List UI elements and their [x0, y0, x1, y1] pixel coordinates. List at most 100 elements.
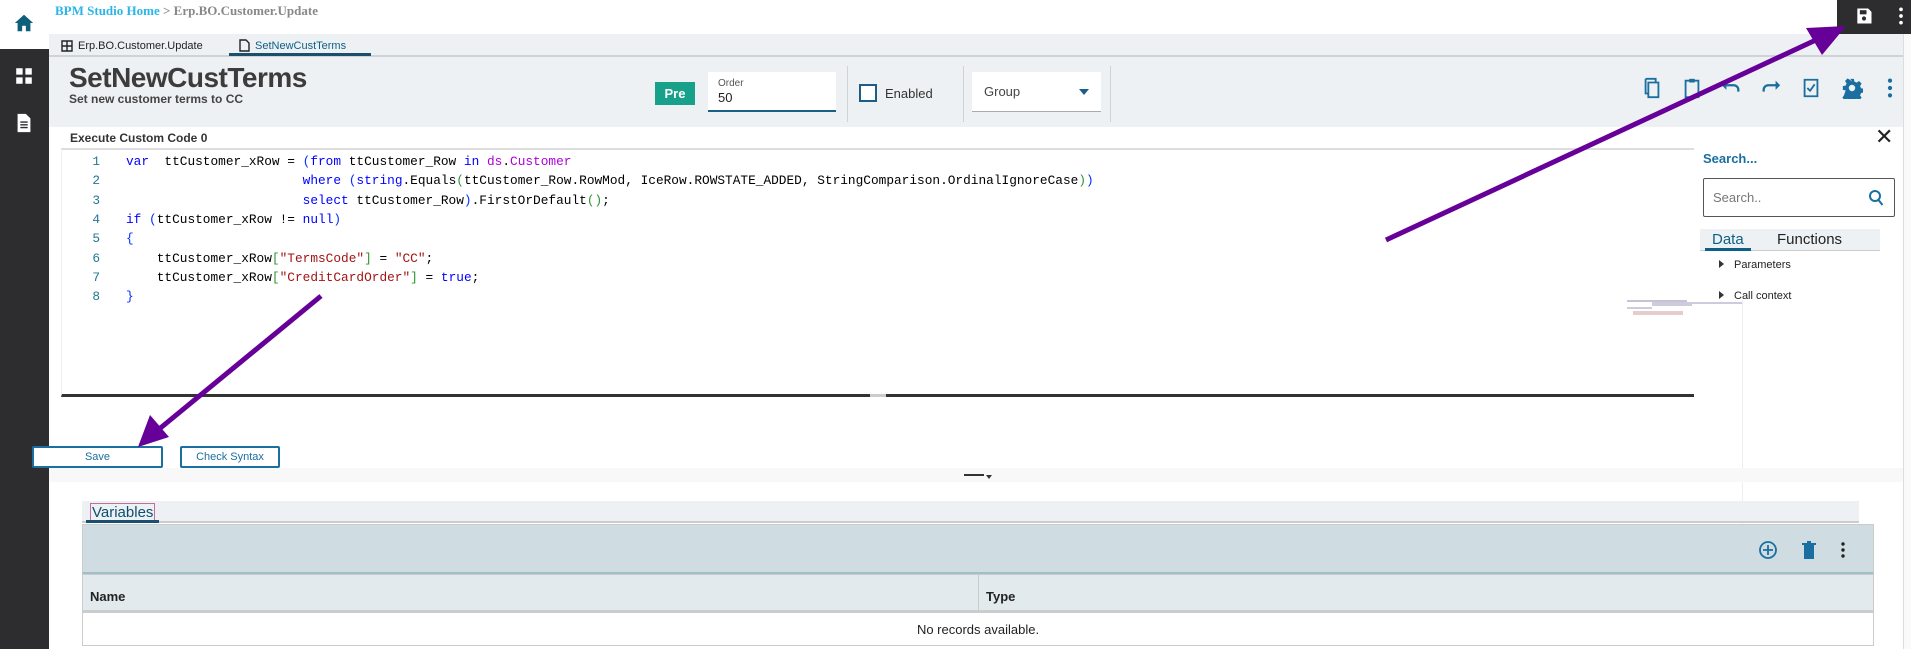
breadcrumb-home-link[interactable]: BPM Studio Home [55, 3, 160, 18]
expand-icon [1719, 291, 1724, 299]
tree-label: Parameters [1734, 259, 1791, 271]
code-token: ) [1086, 173, 1094, 189]
line-number: 3 [92, 192, 100, 208]
grid-empty-row: No records available. [82, 612, 1874, 646]
code-line[interactable]: select ttCustomer_Row).FirstOrDefault(); [126, 191, 610, 210]
search-icon[interactable] [1868, 189, 1884, 207]
grid-icon [61, 39, 73, 52]
tree-item-call-context[interactable]: Call context [1719, 290, 1791, 302]
code-line[interactable]: ttCustomer_xRow["CreditCardOrder"] = tru… [126, 268, 480, 287]
code-line[interactable]: if (ttCustomer_xRow != null) [126, 210, 341, 229]
delete-icon[interactable] [1799, 540, 1819, 560]
check-icon[interactable] [1800, 77, 1822, 99]
page-subtitle: Set new customer terms to CC [69, 92, 244, 106]
code-line[interactable]: } [126, 287, 134, 306]
breadcrumb-separator: > [162, 3, 171, 18]
splitter-grip-icon[interactable] [964, 474, 984, 476]
active-tab-indicator [86, 520, 159, 523]
group-placeholder: Group [984, 84, 1021, 99]
code-token: ( [149, 211, 157, 227]
breadcrumb-current: Erp.BO.Customer.Update [173, 3, 318, 18]
more-vertical-icon[interactable] [1839, 540, 1847, 560]
editor-resize-handle[interactable] [870, 394, 886, 397]
code-token: ttCustomer_xRow != [156, 211, 303, 227]
code-token: { [126, 231, 134, 247]
redo-icon[interactable] [1760, 77, 1782, 99]
code-line[interactable]: { [126, 229, 134, 248]
editor-minimap[interactable] [1627, 300, 1747, 320]
tree-label: Call context [1734, 290, 1792, 302]
copy-icon[interactable] [1641, 77, 1663, 99]
undo-icon[interactable] [1720, 77, 1742, 99]
code-token: where [302, 173, 342, 189]
code-token: "TermsCode" [279, 250, 365, 266]
code-token: ) [333, 211, 342, 227]
column-header-type[interactable]: Type [986, 589, 1015, 604]
line-number: 1 [92, 154, 100, 169]
code-line[interactable]: ttCustomer_xRow["TermsCode"] = "CC"; [126, 249, 434, 268]
order-field[interactable]: Order 50 [708, 72, 836, 112]
column-header-name[interactable]: Name [90, 589, 125, 604]
grid-icon[interactable] [13, 65, 35, 87]
order-value[interactable]: 50 [718, 90, 826, 105]
code-line[interactable]: where (string.Equals(ttCustomer_Row.RowM… [126, 171, 1094, 190]
divider [1110, 66, 1111, 122]
save-icon[interactable] [1854, 6, 1874, 26]
expand-icon [1719, 260, 1724, 268]
search-heading: Search... [1703, 151, 1758, 166]
enabled-checkbox[interactable] [859, 84, 877, 102]
code-token: [ [271, 250, 280, 266]
document-icon[interactable] [13, 112, 35, 134]
code-token: true [440, 269, 472, 285]
left-sidebar [0, 49, 49, 649]
code-token: if [126, 211, 142, 227]
enabled-label: Enabled [885, 86, 933, 101]
panel-title: Execute Custom Code 0 [70, 131, 208, 145]
group-dropdown[interactable]: Group [972, 72, 1101, 112]
code-token: } [126, 289, 134, 305]
tab-customer-update[interactable]: Erp.BO.Customer.Update [61, 37, 203, 54]
gear-icon[interactable] [1841, 77, 1863, 99]
search-input[interactable]: Search.. [1703, 178, 1895, 217]
clipboard-icon[interactable] [1681, 77, 1703, 99]
add-circle-icon[interactable] [1758, 540, 1778, 560]
column-divider[interactable] [978, 575, 979, 611]
code-line[interactable]: var ttCustomer_xRow = (from ttCustomer_R… [126, 152, 571, 171]
page-title: SetNewCustTerms [69, 62, 307, 93]
tab-functions[interactable]: Functions [1777, 231, 1842, 248]
line-number: 4 [92, 211, 100, 227]
line-number: 2 [92, 173, 100, 189]
code-token: ] [410, 269, 418, 285]
code-token: ttCustomer_Row [348, 192, 464, 208]
code-token: = [417, 269, 441, 285]
code-editor[interactable]: 1 var ttCustomer_xRow = (from ttCustomer_… [61, 148, 1743, 543]
active-tab-indicator [229, 53, 371, 56]
code-token: () [586, 192, 603, 208]
line-number: 7 [92, 269, 100, 285]
home-icon[interactable] [13, 12, 35, 34]
tree-item-parameters[interactable]: Parameters [1719, 259, 1791, 271]
tab-setnewcustterms[interactable]: SetNewCustTerms [239, 37, 346, 54]
more-vertical-icon[interactable] [1885, 77, 1895, 99]
page-scrollbar[interactable] [1903, 34, 1911, 649]
code-token: ttCustomer_xRow = [149, 154, 303, 169]
tab-label: SetNewCustTerms [255, 39, 347, 52]
tab-data[interactable]: Data [1705, 231, 1751, 251]
check-syntax-button[interactable]: Check Syntax [180, 446, 280, 468]
save-button[interactable]: Save [32, 446, 163, 468]
code-token: "CreditCardOrder" [279, 269, 411, 285]
line-number: 5 [92, 231, 100, 247]
code-token: .FirstOrDefault [471, 192, 587, 208]
close-icon[interactable]: ✕ [1875, 126, 1893, 148]
code-token: ; [471, 269, 480, 285]
caret-down-icon [986, 475, 992, 479]
line-number: 8 [92, 289, 100, 305]
more-vertical-icon[interactable] [1897, 6, 1905, 26]
code-token: . [502, 154, 511, 169]
code-token: ( [456, 173, 464, 189]
code-token: ] [364, 250, 372, 266]
code-token: ttCustomer_Row.RowMod, IceRow.ROWSTATE_A… [463, 173, 1079, 189]
